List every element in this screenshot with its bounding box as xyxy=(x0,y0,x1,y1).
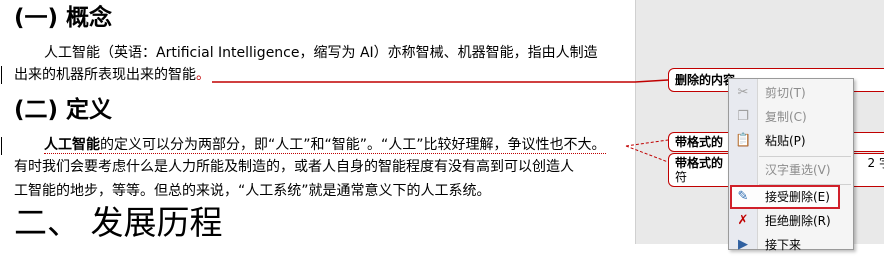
copy-icon: ❐ xyxy=(737,109,749,124)
paragraph-2-line-2: 有时我们会要考虑什么是人力所能及制造的，或者人自身的智能程度有没有高到可以创造人 xyxy=(14,159,574,175)
menu-item-cut[interactable]: ✂ 剪切(T) xyxy=(729,82,853,104)
menu-item-reconvert[interactable]: 汉字重选(V) xyxy=(729,159,853,181)
change-bar xyxy=(1,66,2,84)
menu-item-copy[interactable]: ❐ 复制(C) xyxy=(729,106,853,128)
deleted-mark: 。 xyxy=(196,67,210,83)
paste-icon: 📋 xyxy=(735,133,752,148)
reject-change-icon: ✗ xyxy=(737,213,749,228)
menu-item-reject-deletion[interactable]: ✗ 拒绝删除(R) xyxy=(729,210,853,232)
document-page[interactable]: (一) 概念 人工智能（英语：Artificial Intelligence，缩… xyxy=(0,0,635,244)
menu-separator xyxy=(759,156,851,157)
menu-item-accept-deletion[interactable]: ✎ 接受删除(E) xyxy=(730,185,840,209)
paragraph-2-line-3: 工智能的地步，等等。但总的来说，“人工系统”就是通常意义下的人工系统。 xyxy=(14,183,491,199)
paragraph-2-line-1: 人工智能的定义可以分为两部分，即“人工”和“智能”。“人工”比较好理解，争议性也… xyxy=(44,134,606,156)
bold-formatted-text: 人工智能 xyxy=(44,137,100,154)
balloon-formatted-1-label: 带格式的 xyxy=(675,135,724,149)
scissors-icon: ✂ xyxy=(737,85,749,100)
heading-concept: (一) 概念 xyxy=(14,5,113,31)
next-icon: ▶ xyxy=(738,237,748,252)
change-bar xyxy=(1,137,2,155)
paragraph-1-line-2: 出来的机器所表现出来的智能。 xyxy=(14,64,210,86)
menu-separator xyxy=(759,184,851,185)
heading-definition: (二) 定义 xyxy=(14,97,113,123)
menu-item-paste[interactable]: 📋 粘贴(P) xyxy=(729,130,853,152)
paragraph-1-line-1: 人工智能（英语：Artificial Intelligence，缩写为 AI）亦… xyxy=(44,45,598,61)
balloon-formatted-2-detail: 符 xyxy=(675,170,688,184)
heading-history: 二、 发展历程 xyxy=(14,203,223,242)
balloon-formatted-2-extra: 2 字 xyxy=(867,156,884,170)
paragraph-2-line-1-rest: 的定义可以分为两部分，即“人工”和“智能”。“人工”比较好理解，争议性也不大。 xyxy=(100,137,606,154)
balloon-deleted-label: 删除的内容 xyxy=(675,73,736,87)
context-menu: ✂ 剪切(T) ❐ 复制(C) 📋 粘贴(P) 汉字重选(V) ✎ 接受删除(E… xyxy=(728,78,854,252)
accept-change-icon: ✎ xyxy=(737,189,749,204)
paragraph-1-line-2-text: 出来的机器所表现出来的智能 xyxy=(14,67,196,83)
menu-item-next[interactable]: ▶ 接下来 xyxy=(729,234,853,256)
